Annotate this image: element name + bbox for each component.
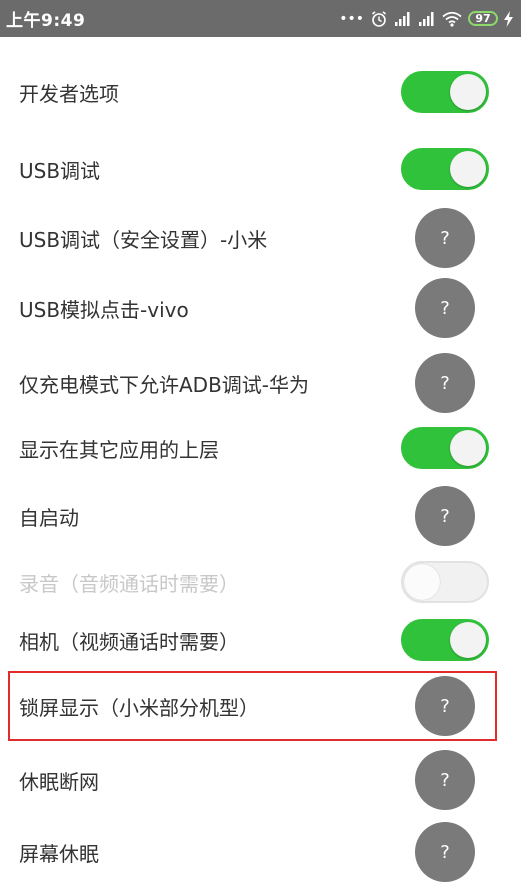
settings-row-auto-start: 自启动 ? — [0, 478, 521, 554]
help-button[interactable]: ? — [415, 750, 475, 810]
developer-options-toggle[interactable] — [401, 71, 489, 113]
row-label: 休眠断网 — [19, 769, 99, 794]
status-time: 上午9:49 — [6, 11, 86, 31]
alarm-icon — [371, 10, 387, 27]
row-label: 录音（音频通话时需要） — [19, 571, 239, 596]
settings-row-usb-debugging-security: USB调试（安全设置）-小米 ? — [0, 200, 521, 276]
camera-toggle[interactable] — [401, 619, 489, 661]
toggle-knob — [450, 151, 486, 187]
display-over-apps-toggle[interactable] — [401, 427, 489, 469]
highlight-box — [8, 671, 497, 741]
row-label: 屏幕休眠 — [19, 841, 99, 866]
row-label: 仅充电模式下允许ADB调试-华为 — [19, 372, 310, 397]
usb-debugging-toggle[interactable] — [401, 148, 489, 190]
toggle-knob — [450, 622, 486, 658]
toggle-knob — [450, 74, 486, 110]
row-label: USB模拟点击-vivo — [19, 297, 189, 322]
help-button[interactable]: ? — [415, 822, 475, 882]
settings-row-sleep-disconnect: 休眠断网 ? — [0, 742, 521, 818]
toggle-knob — [450, 430, 486, 466]
settings-row-display-over-apps: 显示在其它应用的上层 — [0, 410, 521, 486]
row-label: 相机（视频通话时需要） — [19, 629, 239, 654]
row-label: 自启动 — [19, 505, 79, 530]
settings-row-usb-simulate-click: USB模拟点击-vivo ? — [0, 270, 521, 346]
battery-icon: 97 — [468, 11, 498, 26]
row-label: USB调试（安全设置）-小米 — [19, 227, 268, 252]
charging-icon — [504, 10, 513, 27]
status-icons: ••• 97 — [339, 10, 513, 28]
wifi-icon — [442, 11, 462, 27]
row-label: USB调试 — [19, 158, 101, 183]
settings-row-developer-options: 开发者选项 — [0, 54, 521, 130]
record-audio-toggle[interactable] — [401, 561, 489, 603]
signal-icon — [395, 11, 410, 26]
help-button[interactable]: ? — [415, 353, 475, 413]
help-button[interactable]: ? — [415, 486, 475, 546]
help-button[interactable]: ? — [415, 278, 475, 338]
settings-row-usb-debugging: USB调试 — [0, 131, 521, 207]
status-bar: 上午9:49 ••• 97 — [0, 0, 521, 37]
notification-dots: ••• — [339, 10, 364, 27]
row-label: 显示在其它应用的上层 — [19, 437, 219, 462]
settings-row-camera: 相机（视频通话时需要） — [0, 602, 521, 678]
signal-icon — [419, 11, 434, 26]
help-button[interactable]: ? — [415, 208, 475, 268]
settings-row-screen-sleep: 屏幕休眠 ? — [0, 814, 521, 890]
row-label: 开发者选项 — [19, 81, 119, 106]
toggle-knob — [404, 564, 440, 600]
